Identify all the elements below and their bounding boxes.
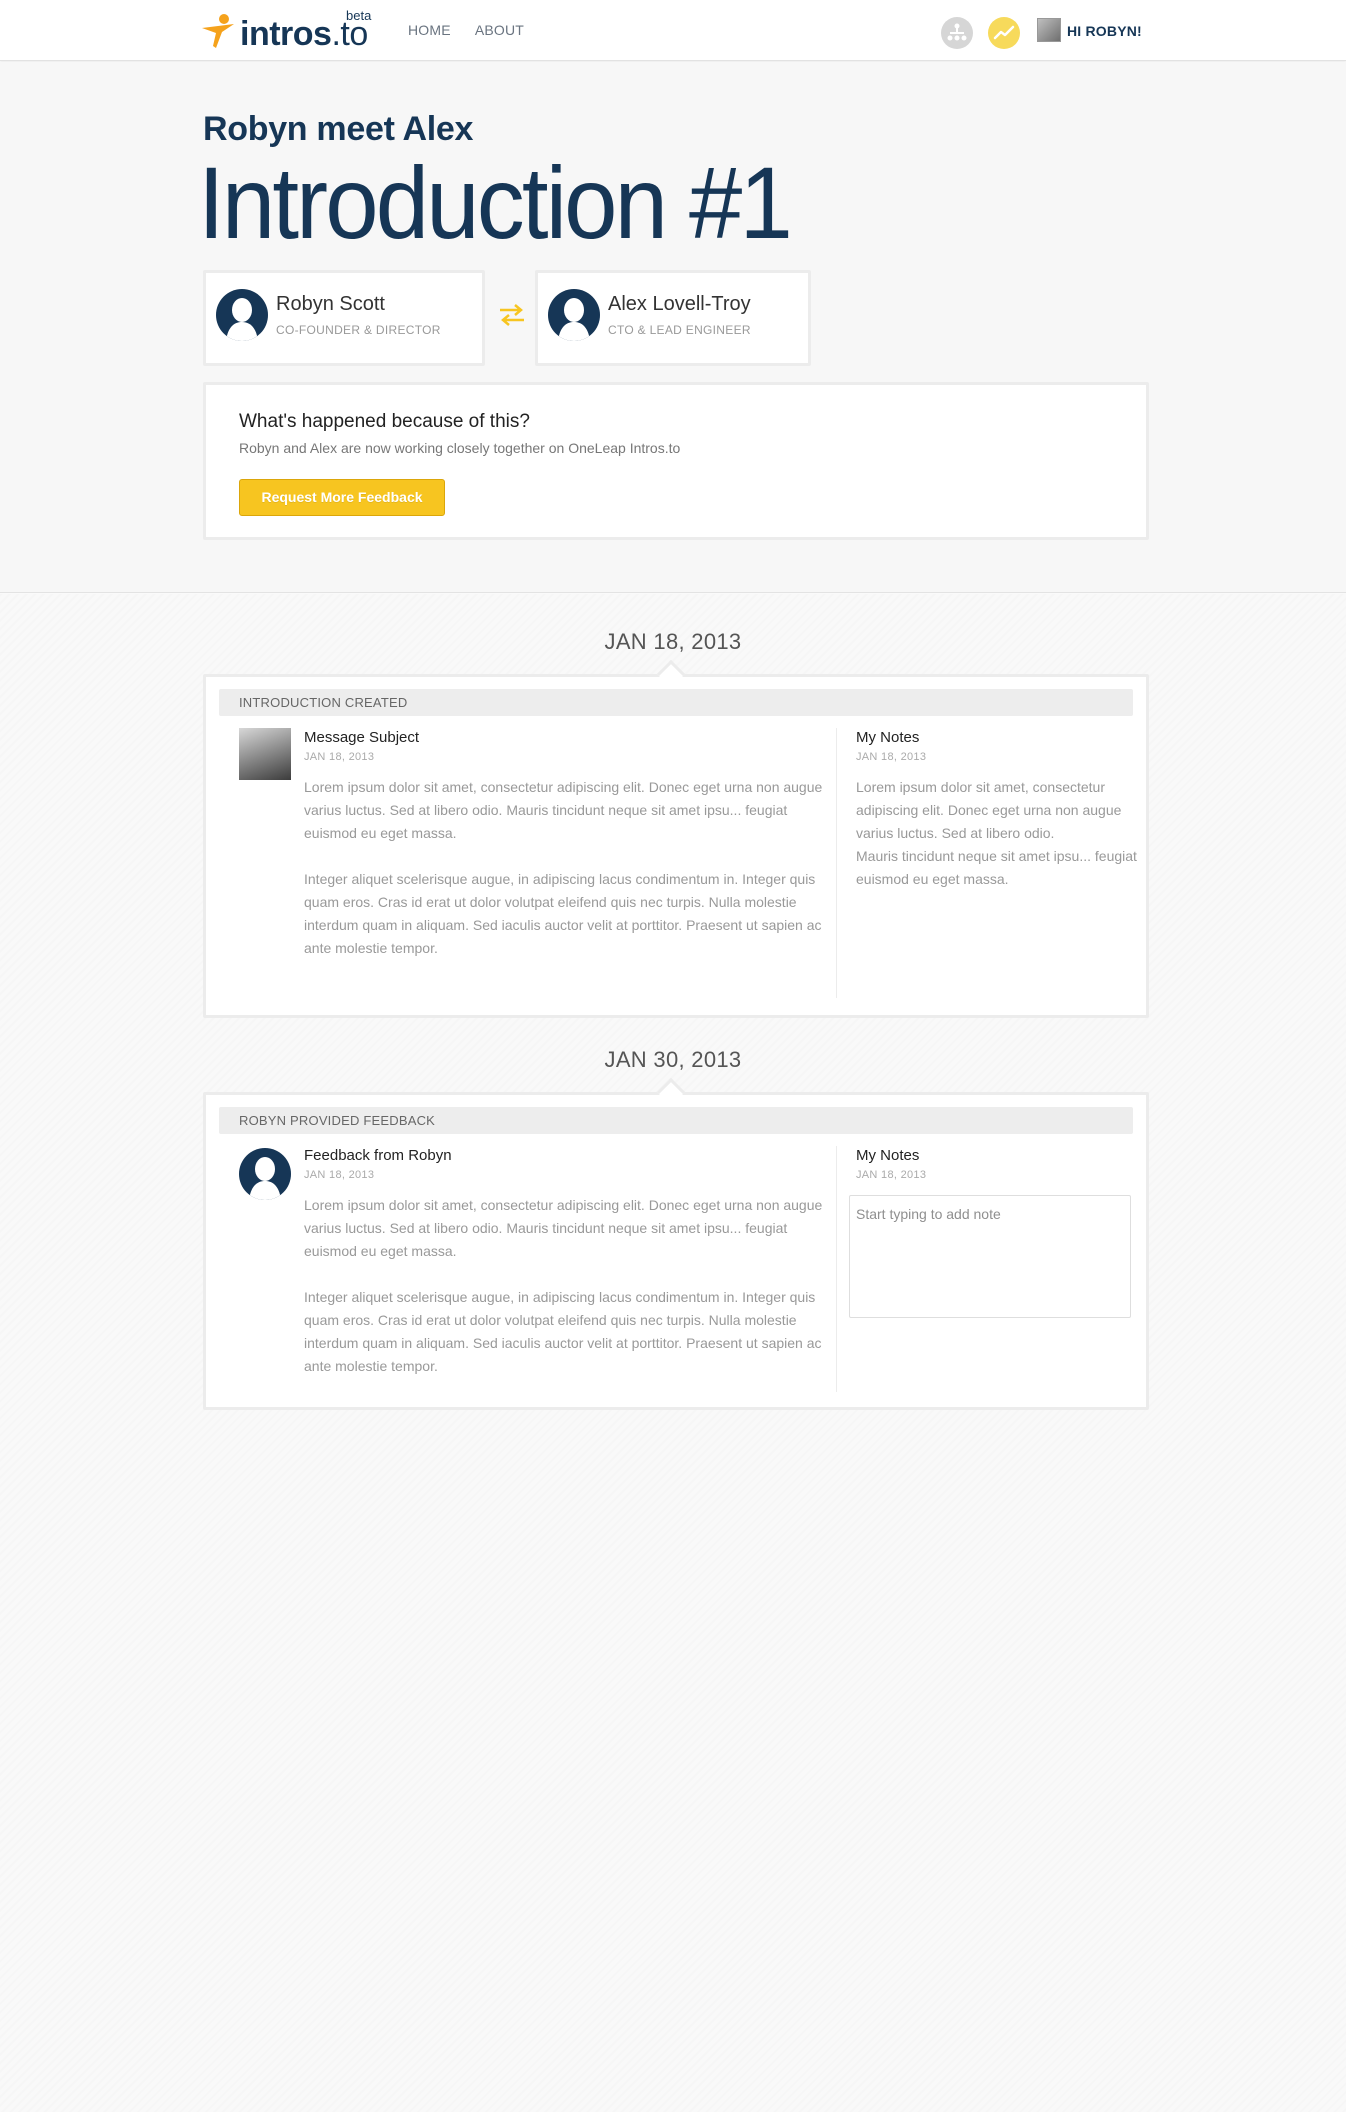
message-date: JAN 18, 2013 xyxy=(304,1169,375,1181)
request-feedback-button[interactable]: Request More Feedback xyxy=(239,479,445,516)
person-name: Alex Lovell-Troy xyxy=(608,293,751,315)
outcome-text: Robyn and Alex are now working closely t… xyxy=(239,440,681,456)
notes-title: My Notes xyxy=(856,729,920,746)
intro-title: Introduction #1 xyxy=(198,146,793,260)
person-card-robyn[interactable]: Robyn Scott CO-FOUNDER & DIRECTOR xyxy=(203,270,485,366)
person-role: CTO & LEAD ENGINEER xyxy=(608,323,751,337)
outcome-card: What's happened because of this? Robyn a… xyxy=(203,382,1149,540)
introduction-timeline: JAN 18, 2013 INTRODUCTION CREATED Messag… xyxy=(0,594,1346,2112)
message-paragraph: Integer aliquet scelerisque augue, in ad… xyxy=(304,1289,822,1374)
notes-date: JAN 18, 2013 xyxy=(856,751,927,763)
message-paragraph: Lorem ipsum dolor sit amet, consectetur … xyxy=(304,1197,823,1259)
notes-paragraph: Lorem ipsum dolor sit amet, consectetur … xyxy=(856,779,1122,841)
notes-date: JAN 18, 2013 xyxy=(856,1169,927,1181)
timeline-entry: INTRODUCTION CREATED Message Subject JAN… xyxy=(203,659,1149,1018)
beta-badge: beta xyxy=(346,8,372,23)
column-divider xyxy=(836,728,837,998)
message-subject[interactable]: Message Subject xyxy=(304,729,419,746)
silhouette-graphic xyxy=(249,1157,281,1200)
silhouette-graphic xyxy=(558,298,590,341)
notes-paragraph: Mauris tincidunt neque sit amet ipsu... … xyxy=(856,848,1137,887)
nav-about-link[interactable]: ABOUT xyxy=(475,22,524,38)
message-paragraph: Lorem ipsum dolor sit amet, consectetur … xyxy=(304,779,823,841)
activity-icon[interactable] xyxy=(988,17,1020,49)
column-divider xyxy=(836,1146,837,1392)
intros-logo[interactable]: intros.to beta xyxy=(200,6,380,56)
person-silhouette-icon[interactable] xyxy=(239,1148,291,1200)
entry-type-label: ROBYN PROVIDED FEEDBACK xyxy=(219,1107,1133,1134)
logo-figure-icon xyxy=(202,14,234,48)
person-role: CO-FOUNDER & DIRECTOR xyxy=(276,323,441,337)
top-navigation-bar: intros.to beta HOME ABOUT HI ROBYN! xyxy=(0,0,1346,61)
person-card-alex[interactable]: Alex Lovell-Troy CTO & LEAD ENGINEER xyxy=(535,270,811,366)
swap-arrows-icon xyxy=(500,304,524,326)
logo-wordmark-main: intros xyxy=(240,15,332,53)
timeline-date: JAN 30, 2013 xyxy=(604,1047,742,1072)
timeline-entry: ROBYN PROVIDED FEEDBACK Feedback from Ro… xyxy=(203,1077,1149,1410)
network-icon[interactable] xyxy=(941,17,973,49)
timeline-date: JAN 18, 2013 xyxy=(604,629,742,654)
entry-pointer xyxy=(656,1077,686,1107)
user-greeting[interactable]: HI ROBYN! xyxy=(1067,23,1142,39)
entry-pointer xyxy=(656,659,686,689)
person-silhouette-icon xyxy=(548,289,600,341)
message-date: JAN 18, 2013 xyxy=(304,751,375,763)
person-name: Robyn Scott xyxy=(276,293,385,315)
outcome-title: What's happened because of this? xyxy=(239,411,530,432)
silhouette-graphic xyxy=(226,298,258,341)
activity-icon-graphic xyxy=(993,25,1015,40)
nav-home-link[interactable]: HOME xyxy=(408,22,451,38)
introduction-hero: Robyn meet Alex Introduction #1 Robyn Sc… xyxy=(0,62,1346,593)
notes-title: My Notes xyxy=(856,1147,920,1164)
network-icon-graphic xyxy=(947,23,967,41)
user-avatar[interactable] xyxy=(1037,18,1061,42)
main-nav: HOME ABOUT xyxy=(408,22,524,38)
sender-photo[interactable] xyxy=(239,728,291,780)
message-subject[interactable]: Feedback from Robyn xyxy=(304,1147,452,1164)
message-paragraph: Integer aliquet scelerisque augue, in ad… xyxy=(304,871,822,956)
entry-type-label: INTRODUCTION CREATED xyxy=(219,689,1133,716)
add-note-textarea[interactable] xyxy=(849,1195,1131,1318)
person-silhouette-icon xyxy=(216,289,268,341)
